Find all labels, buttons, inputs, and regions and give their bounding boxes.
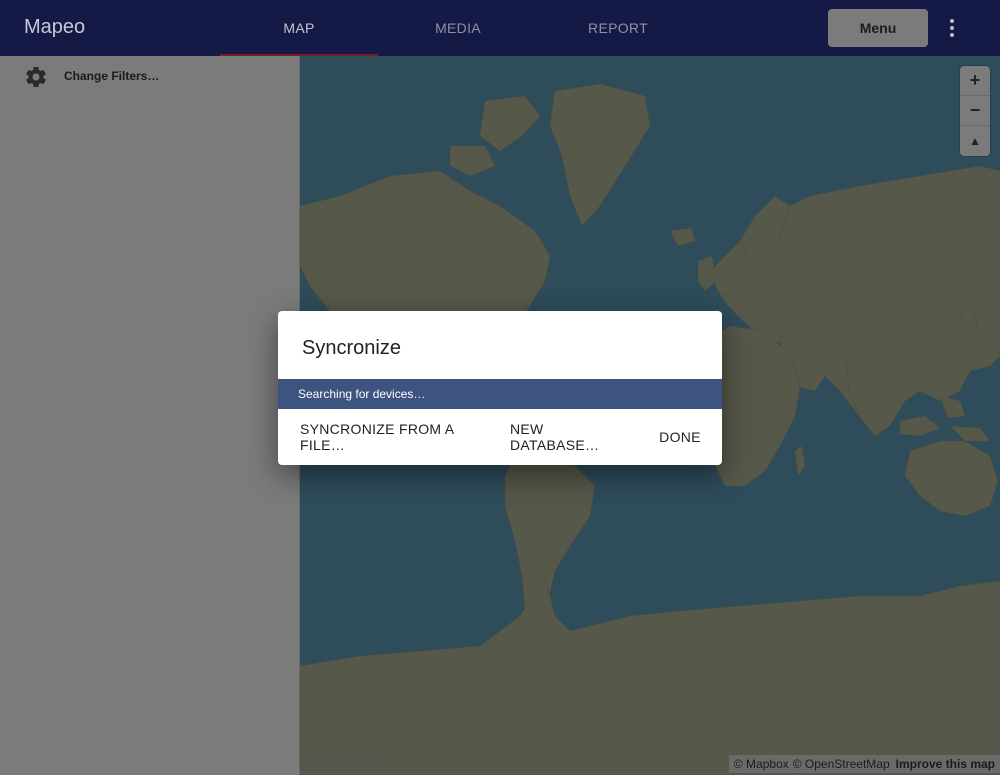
sync-from-file-button[interactable]: SYNCRONIZE FROM A FILE… xyxy=(300,421,494,453)
menu-button[interactable]: Menu xyxy=(828,9,928,47)
more-vert-icon[interactable] xyxy=(938,14,966,42)
land-greenland xyxy=(549,83,651,227)
compass-icon: ▲ xyxy=(969,134,981,148)
sync-dialog: Syncronize Searching for devices… SYNCRO… xyxy=(278,311,722,465)
active-tab-indicator xyxy=(220,54,378,56)
tab-report[interactable]: REPORT xyxy=(539,0,697,56)
app-title: Mapeo xyxy=(24,16,86,38)
land-arctic-islands xyxy=(479,95,541,152)
zoom-controls: + − ▲ xyxy=(960,66,990,156)
land-antarctica xyxy=(300,575,1000,775)
change-filters-row[interactable]: Change Filters… xyxy=(0,56,300,98)
app-bar: Mapeo MAP MEDIA REPORT Menu xyxy=(0,0,1000,56)
tab-media[interactable]: MEDIA xyxy=(379,0,537,56)
mapbox-logo-text: mapbox xyxy=(329,749,387,767)
sync-status-bar: Searching for devices… xyxy=(278,379,722,409)
zoom-out-button[interactable]: − xyxy=(960,96,990,126)
done-button[interactable]: DONE xyxy=(654,421,706,453)
sidebar: Change Filters… xyxy=(0,56,300,775)
improve-map-link[interactable]: Improve this map xyxy=(896,757,995,771)
dialog-actions: SYNCRONIZE FROM A FILE… NEW DATABASE… DO… xyxy=(278,421,722,453)
mapbox-logo: mapbox xyxy=(306,746,387,770)
gear-icon xyxy=(26,67,46,88)
new-database-button[interactable]: NEW DATABASE… xyxy=(510,421,634,453)
change-filters-label: Change Filters… xyxy=(64,69,160,83)
map-attribution: © Mapbox © OpenStreetMap Improve this ma… xyxy=(728,755,1000,773)
attribution-osm-link[interactable]: © OpenStreetMap xyxy=(793,757,890,771)
dialog-title: Syncronize xyxy=(302,337,401,359)
mapbox-logo-icon xyxy=(306,748,326,768)
tab-map[interactable]: MAP xyxy=(220,0,378,56)
zoom-in-button[interactable]: + xyxy=(960,66,990,96)
attribution-mapbox-link[interactable]: © Mapbox xyxy=(734,757,789,771)
land-australia xyxy=(904,440,999,517)
compass-button[interactable]: ▲ xyxy=(960,126,990,156)
